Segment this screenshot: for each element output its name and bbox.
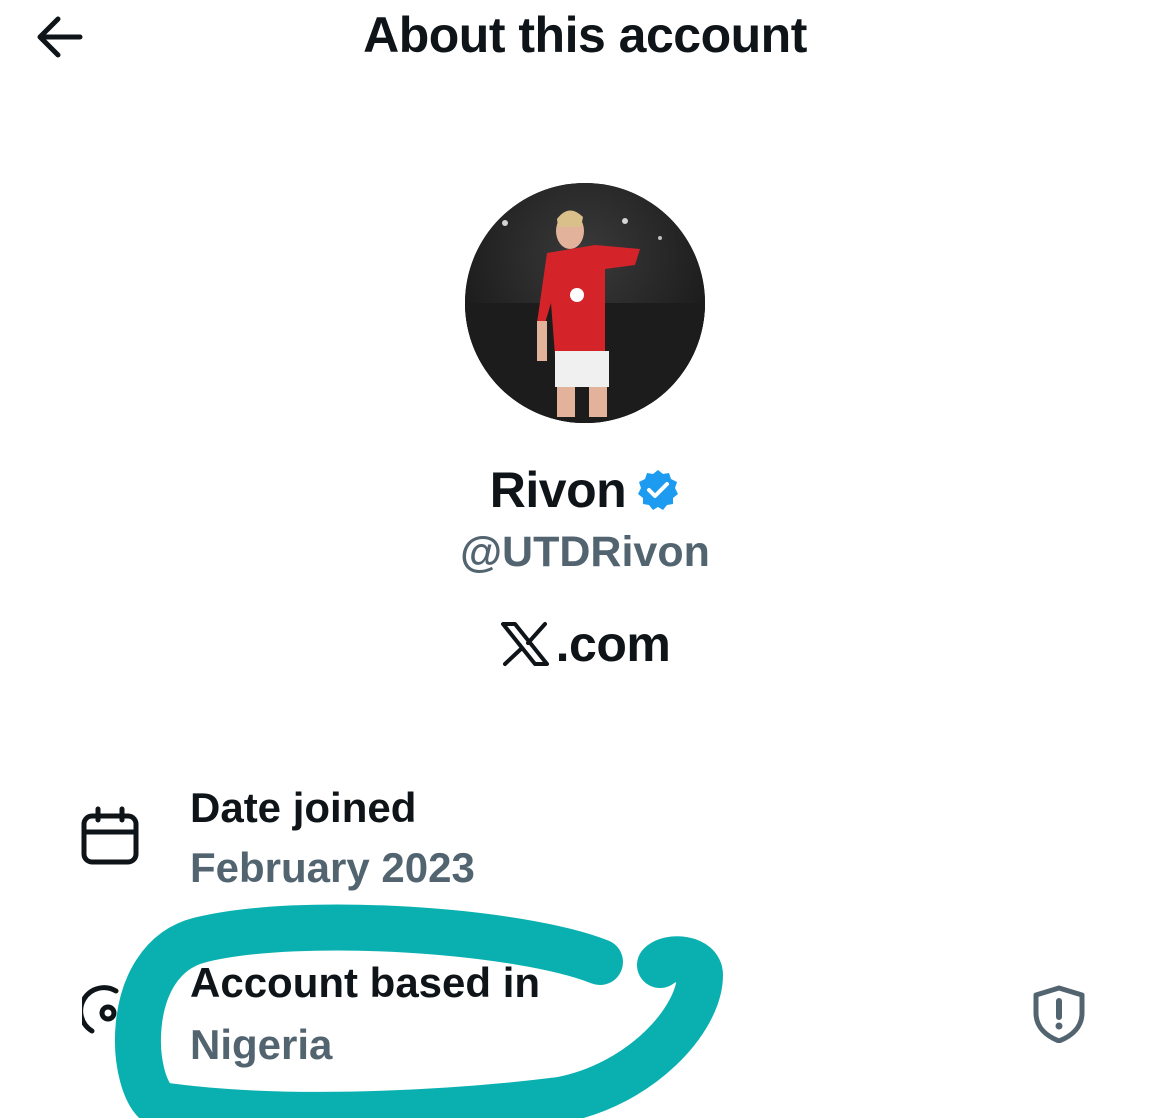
avatar[interactable] xyxy=(465,183,705,423)
date-joined-label: Date joined xyxy=(190,784,417,831)
name-row: Rivon xyxy=(0,460,1170,520)
account-location-value: Nigeria xyxy=(190,1021,333,1068)
page-title: About this account xyxy=(363,7,807,63)
shield-alert-icon[interactable] xyxy=(1030,985,1088,1043)
date-joined-value: February 2023 xyxy=(190,844,475,891)
verified-badge-icon xyxy=(638,470,679,510)
location-icon xyxy=(82,985,119,1034)
display-name: Rivon xyxy=(489,462,627,518)
date-joined-row: Date joined February 2023 xyxy=(0,780,1170,891)
account-domain: .com xyxy=(0,614,1170,674)
account-location-label: Account based in xyxy=(190,959,541,1006)
account-location-row: Account based in Nigeria xyxy=(0,955,1170,1075)
profile-handle: @UTDRivon xyxy=(460,528,710,576)
x-logo-icon xyxy=(500,622,549,666)
calendar-icon xyxy=(81,806,139,865)
domain-suffix: .com xyxy=(555,616,671,672)
profile-photo xyxy=(465,183,705,423)
